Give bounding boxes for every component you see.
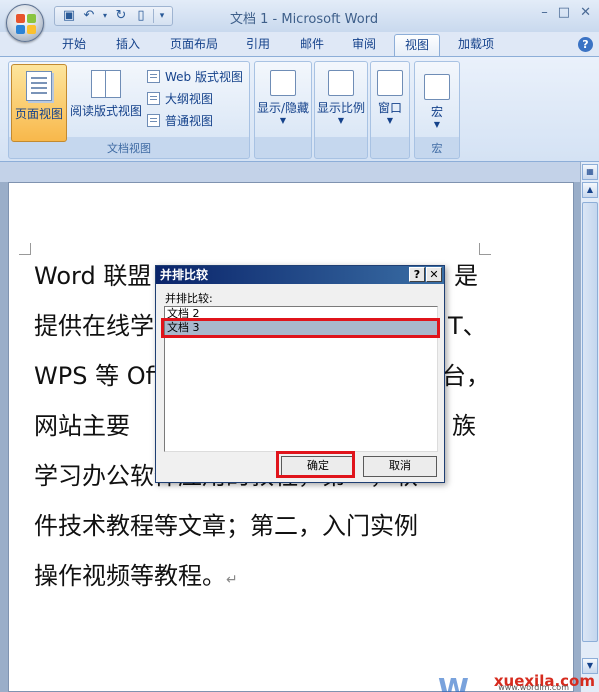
show-hide-button[interactable]: 显示/隐藏 ▼ (255, 66, 311, 125)
doc-line: 件技术教程等文章；第二，入门实例 (34, 512, 418, 540)
ruler-toggle-icon[interactable]: ▦ (582, 164, 598, 180)
redo-icon[interactable]: ↻ (113, 8, 129, 24)
maximize-icon[interactable]: □ (558, 5, 570, 20)
chevron-down-icon: ▼ (337, 116, 345, 125)
watermark-logo: W (438, 672, 469, 692)
tab-review[interactable]: 审阅 (342, 34, 386, 56)
page-view-icon (26, 71, 52, 101)
ribbon-tabs: 开始 插入 页面布局 引用 邮件 审阅 视图 加载项 ? (0, 32, 599, 56)
draft-view-button[interactable]: 普通视图 (147, 110, 213, 130)
web-view-icon (147, 69, 160, 83)
cancel-button[interactable]: 取消 (363, 456, 437, 477)
save-icon[interactable]: ▣ (61, 8, 77, 24)
page-view-button[interactable]: 页面视图 (11, 64, 67, 142)
macros-button[interactable]: 宏 ▼ (415, 70, 459, 129)
group-label-document-views: 文档视图 (107, 142, 151, 155)
draft-view-icon (147, 113, 160, 127)
window-controls: – □ ✕ (541, 5, 591, 20)
reading-view-icon (91, 70, 121, 98)
document-list[interactable]: 文档 2 文档 3 (164, 306, 438, 452)
list-item-selected[interactable]: 文档 3 (165, 321, 437, 335)
minimize-icon[interactable]: – (541, 5, 548, 20)
title-bar: ▣ ↶ ▾ ↻ ▯ ▾ 文档 1 - Microsoft Word – □ ✕ (0, 0, 599, 42)
tab-references[interactable]: 引用 (236, 34, 280, 56)
undo-dropdown-icon[interactable]: ▾ (101, 8, 109, 24)
window-title: 文档 1 - Microsoft Word (230, 12, 379, 27)
group-document-views: 页面视图 阅读版式视图 Web 版式视图 大纲视图 普通视图 文档视图 (8, 61, 250, 159)
group-zoom: 显示比例 ▼ (314, 61, 368, 159)
office-logo-icon (16, 14, 36, 34)
scroll-up-icon[interactable]: ▲ (582, 182, 598, 198)
tab-mailings[interactable]: 邮件 (290, 34, 334, 56)
customize-qat-icon[interactable]: ▾ (158, 8, 166, 24)
dialog-label: 并排比较: (165, 292, 213, 305)
tab-home[interactable]: 开始 (52, 34, 96, 56)
list-item[interactable]: 文档 2 (165, 307, 437, 321)
quick-access-toolbar: ▣ ↶ ▾ ↻ ▯ ▾ (54, 6, 173, 26)
dialog-title-bar: 并排比较 ? ✕ (156, 266, 444, 284)
window-icon (377, 70, 403, 96)
web-view-button[interactable]: Web 版式视图 (147, 66, 243, 86)
watermark-sub: www.wordlm.com (498, 683, 569, 692)
show-hide-icon (270, 70, 296, 96)
group-show-hide: 显示/隐藏 ▼ (254, 61, 312, 159)
group-label-macros: 宏 (431, 142, 443, 155)
scroll-thumb[interactable] (582, 202, 598, 642)
group-window: 窗口 ▼ (370, 61, 410, 159)
magnifier-icon (328, 70, 354, 96)
chevron-down-icon: ▼ (386, 116, 394, 125)
outline-view-icon (147, 91, 160, 105)
window-button[interactable]: 窗口 ▼ (371, 66, 409, 125)
paragraph-mark-icon: ↵ (226, 572, 238, 588)
help-icon[interactable]: ? (578, 37, 593, 52)
ok-button[interactable]: 确定 (281, 456, 355, 477)
new-doc-icon[interactable]: ▯ (133, 8, 149, 24)
dialog-close-icon[interactable]: ✕ (426, 267, 442, 282)
tab-view[interactable]: 视图 (394, 34, 441, 56)
undo-icon[interactable]: ↶ (81, 8, 97, 24)
ribbon: 页面视图 阅读版式视图 Web 版式视图 大纲视图 普通视图 文档视图 显示/隐… (0, 56, 599, 162)
macro-icon (424, 74, 450, 100)
compare-side-by-side-dialog: 并排比较 ? ✕ 并排比较: 文档 2 文档 3 确定 取消 (155, 265, 445, 483)
reading-view-button[interactable]: 阅读版式视图 (69, 64, 143, 142)
doc-line: 操作视频等教程。↵ (34, 562, 238, 590)
tab-addins[interactable]: 加载项 (448, 34, 504, 56)
chevron-down-icon: ▼ (279, 116, 287, 125)
close-icon[interactable]: ✕ (580, 5, 591, 20)
group-macros: 宏 ▼ 宏 (414, 61, 460, 159)
chevron-down-icon: ▼ (433, 120, 441, 129)
tab-page-layout[interactable]: 页面布局 (160, 34, 228, 56)
office-button[interactable] (6, 4, 44, 42)
tab-insert[interactable]: 插入 (106, 34, 150, 56)
zoom-button[interactable]: 显示比例 ▼ (315, 66, 367, 125)
vertical-scrollbar[interactable]: ▦ ▲ ▼ (580, 162, 599, 692)
dialog-help-icon[interactable]: ? (409, 267, 425, 282)
outline-view-button[interactable]: 大纲视图 (147, 88, 213, 108)
